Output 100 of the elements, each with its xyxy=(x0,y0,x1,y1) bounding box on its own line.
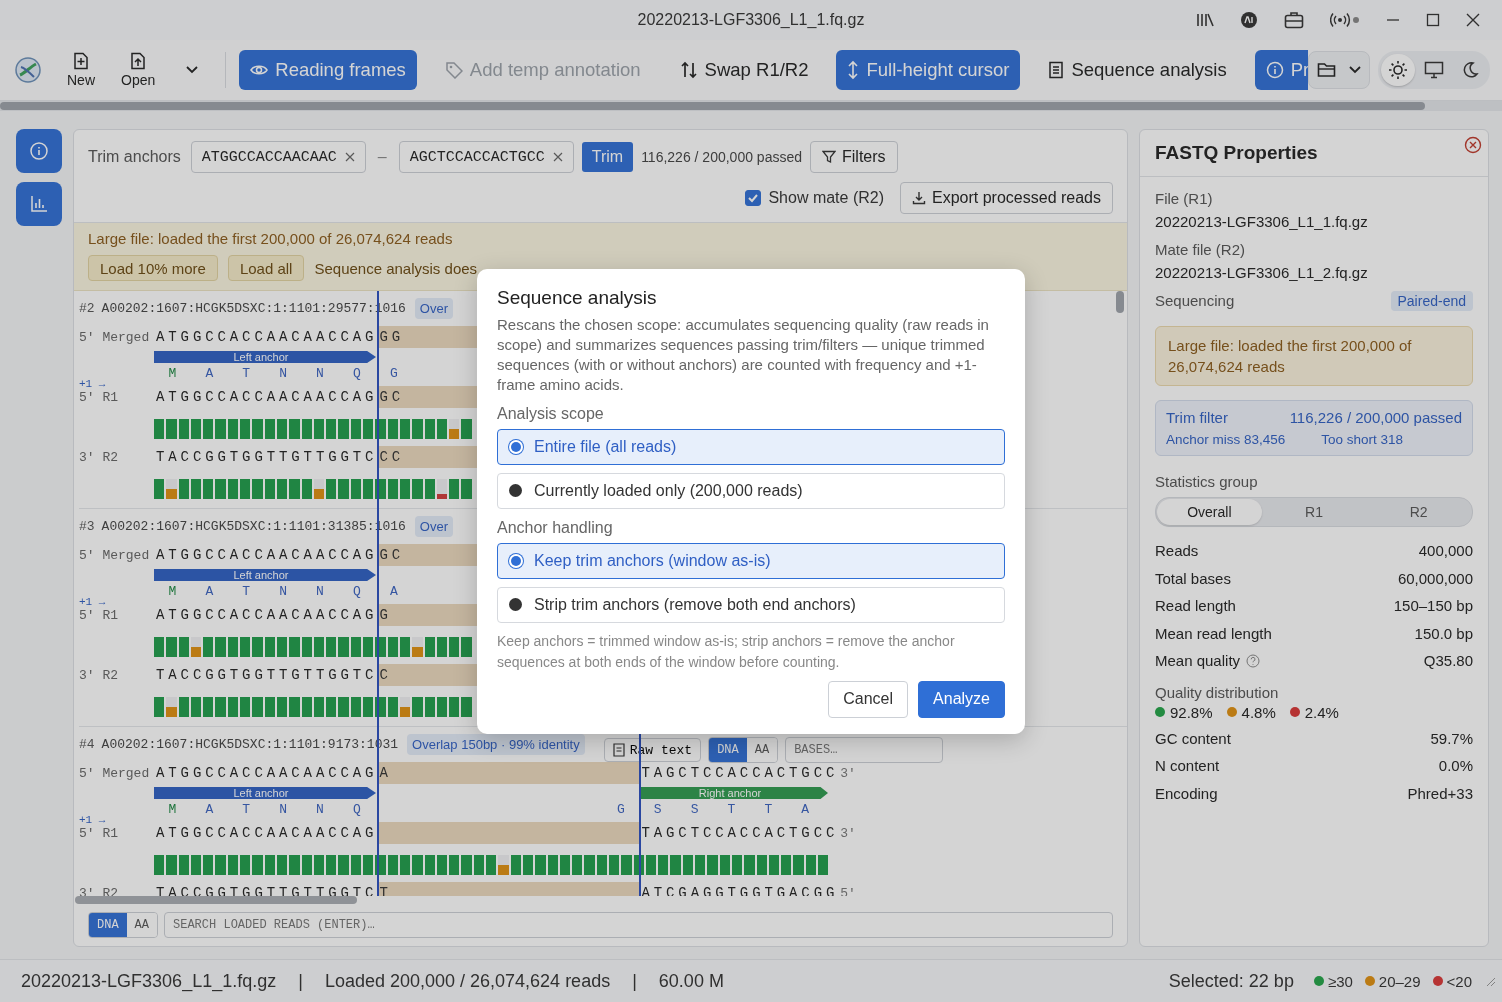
resize-grip-icon[interactable] xyxy=(1484,975,1496,987)
field-label: Mate file (R2) xyxy=(1155,240,1247,260)
status-text: 60.00 M xyxy=(658,970,724,992)
mode-toggle[interactable]: DNA xyxy=(709,738,747,762)
eye-icon xyxy=(250,63,269,77)
reading-frames-button[interactable]: Reading frames xyxy=(239,50,417,90)
analyze-button[interactable]: Analyze xyxy=(918,680,1005,718)
new-file-icon xyxy=(73,52,89,70)
stat-label: Encoding xyxy=(1155,783,1218,804)
blurred-sequence: A xyxy=(377,762,640,784)
stat-label: Reads xyxy=(1155,541,1199,561)
light-theme-button[interactable] xyxy=(1381,54,1415,86)
close-icon[interactable] xyxy=(1466,13,1480,27)
stat-value: Phred+33 xyxy=(1407,783,1473,804)
track-label: 3′ R2 xyxy=(79,449,119,465)
too-short-count: Too short 318 xyxy=(1321,432,1404,447)
bases-search-field[interactable]: BASES… xyxy=(785,737,944,763)
download-icon xyxy=(912,191,926,205)
panel-title: FASTQ Properties xyxy=(1155,142,1318,164)
folder-dropdown[interactable] xyxy=(1308,51,1370,89)
scrollbar-thumb[interactable] xyxy=(0,102,1425,110)
amino-acid: Q xyxy=(352,365,362,381)
sequence-text: TAGCTCCACCACTGCC xyxy=(640,825,839,841)
swap-button[interactable]: Swap R1/R2 xyxy=(668,50,820,90)
sequence-analysis-button[interactable]: Sequence analysis xyxy=(1037,50,1238,90)
amino-acid: G xyxy=(615,801,626,817)
clear-icon[interactable] xyxy=(344,152,355,162)
cursor-button[interactable]: Full-height cursor xyxy=(836,50,1021,90)
trim-filter-label: Trim filter xyxy=(1166,409,1228,426)
scrollbar-thumb[interactable] xyxy=(1116,291,1124,313)
stat-value: 150–150 bp xyxy=(1393,596,1473,616)
track-label: 5′ Merged xyxy=(79,329,151,345)
cancel-button[interactable]: Cancel xyxy=(828,680,909,718)
maximize-icon[interactable] xyxy=(1426,13,1440,27)
status-text: 20220213-LGF3306_L1_1.fq.gz xyxy=(21,970,277,992)
amino-acid: T xyxy=(726,801,737,817)
info-button[interactable] xyxy=(16,129,62,173)
library-icon[interactable] xyxy=(1196,12,1214,28)
passed-count: 116,226 / 200,000 passed xyxy=(641,149,802,165)
clear-icon[interactable] xyxy=(552,152,563,162)
new-button[interactable]: New xyxy=(65,52,97,88)
show-mate-checkbox[interactable]: Show mate (R2) xyxy=(745,189,884,207)
load-all-button[interactable]: Load all xyxy=(227,255,305,281)
amino-acid: A xyxy=(204,583,215,599)
stat-label: N content xyxy=(1155,756,1220,776)
frame-label: +1 → xyxy=(79,378,106,390)
sequence-text: TACCGGTGGTTGTTGGTC xyxy=(155,667,378,683)
left-anchor-field[interactable]: ATGGCCACCAACAAC xyxy=(190,141,366,173)
end-label: 3′ xyxy=(840,825,856,841)
file-name: 20220213-LGF3306_L1_2.fq.gz xyxy=(1155,263,1369,283)
assistant-icon[interactable] xyxy=(1240,11,1258,29)
left-anchor-bar: Left anchor xyxy=(154,569,376,581)
scrollbar-thumb[interactable] xyxy=(75,896,357,904)
open-button[interactable]: Open xyxy=(119,52,158,88)
amino-acid: A xyxy=(204,801,215,817)
amino-acid: A xyxy=(388,583,399,599)
caret-icon[interactable] xyxy=(185,65,200,75)
right-anchor-field[interactable]: AGCTCCACCACTGCC xyxy=(398,141,574,173)
overlap-badge: Overlap 150bp · 99% identity xyxy=(407,733,585,755)
broadcast-icon[interactable] xyxy=(1330,12,1360,28)
sequence-text: ATGGCCACCAACAACCAG xyxy=(155,547,378,563)
stat-label: Mean read length xyxy=(1155,623,1272,644)
divider-text: | xyxy=(298,970,303,992)
stat-value: 59.7% xyxy=(1430,728,1473,749)
anchor-miss-count: Anchor miss 83,456 xyxy=(1166,432,1286,447)
monitor-icon xyxy=(1424,61,1444,79)
load-more-button[interactable]: Load 10% more xyxy=(88,255,218,281)
trim-button[interactable]: Trim xyxy=(581,142,634,172)
radio-option[interactable]: Currently loaded only (200,000 reads) xyxy=(497,472,1005,509)
sequence-text: ATGGCCACCAACAACCAG xyxy=(155,825,378,841)
group-tab[interactable]: Overall xyxy=(1157,499,1262,525)
stat-value: Q35.80 xyxy=(1423,651,1473,671)
right-anchor-bar: Right anchor xyxy=(640,787,828,799)
close-icon[interactable] xyxy=(1464,136,1482,154)
document-icon xyxy=(1048,61,1065,79)
group-tab[interactable]: R1 xyxy=(1261,499,1367,525)
field-label: Quality distribution xyxy=(1155,682,1280,703)
read-number: #2 xyxy=(79,300,95,316)
radio-option[interactable]: Keep trim anchors (window as-is) xyxy=(497,542,1005,579)
mode-toggle[interactable]: DNA xyxy=(89,913,127,937)
info-icon xyxy=(29,141,49,161)
info-icon xyxy=(1265,61,1284,79)
filters-button[interactable]: Filters xyxy=(810,141,898,173)
pro-button[interactable]: Pr xyxy=(1254,50,1308,90)
field-label: Statistics group xyxy=(1155,472,1259,492)
track-label: 5′ R1 xyxy=(79,607,119,623)
amino-acid: Q xyxy=(352,583,362,599)
search-field[interactable]: SEARCH LOADED READS (ENTER)… xyxy=(164,912,1113,938)
frame-label: +1 → xyxy=(79,596,106,608)
statistics-button[interactable] xyxy=(16,182,62,226)
track-label: 5′ Merged xyxy=(79,547,151,563)
briefcase-icon[interactable] xyxy=(1284,11,1304,29)
left-anchor-bar: Left anchor xyxy=(154,787,376,799)
group-tab[interactable]: R2 xyxy=(1366,499,1471,525)
stat-label: Read length xyxy=(1155,596,1236,616)
amino-acid: N xyxy=(315,583,325,599)
stat-value: 0.0% xyxy=(1438,756,1473,776)
radio-option[interactable]: Entire file (all reads) xyxy=(497,428,1005,465)
radio-option[interactable]: Strip trim anchors (remove both end anchors) xyxy=(497,586,1005,623)
export-button[interactable]: Export processed reads xyxy=(900,182,1113,214)
